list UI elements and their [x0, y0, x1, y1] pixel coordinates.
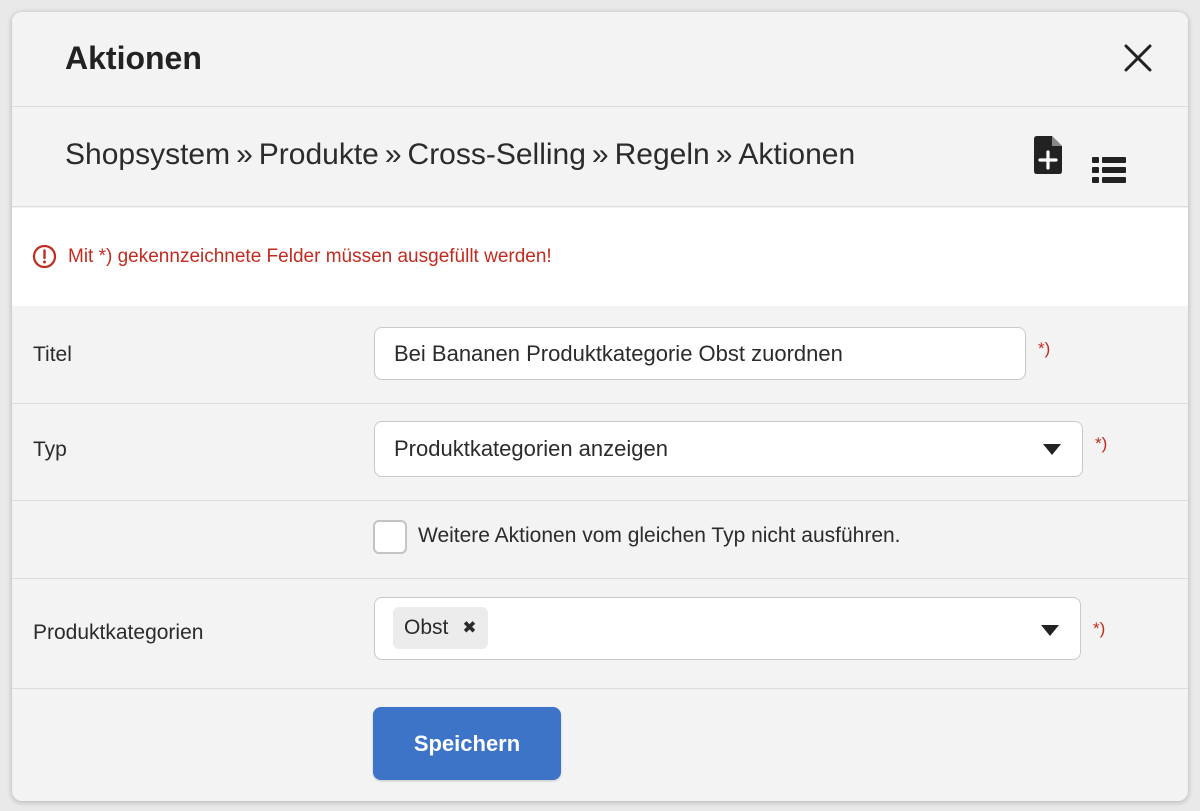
skip-actions-label[interactable]: Weitere Aktionen vom gleichen Typ nicht … [418, 524, 901, 548]
breadcrumb-separator: » [384, 138, 402, 171]
breadcrumb-item-shopsystem[interactable]: Shopsystem [65, 138, 230, 171]
form-row-titel: Titel *) [12, 306, 1188, 403]
breadcrumb-item-cross-selling[interactable]: Cross-Selling [408, 138, 586, 171]
typ-select[interactable]: Produktkategorien anzeigen [374, 421, 1083, 477]
caret-down-icon [1041, 625, 1059, 636]
breadcrumb-separator: » [591, 138, 609, 171]
tag-obst: Obst ✖ [393, 607, 488, 649]
divider [12, 688, 1188, 689]
alert-text: Mit *) gekennzeichnete Felder müssen aus… [68, 245, 552, 267]
caret-down-icon [1043, 444, 1061, 455]
breadcrumb: Shopsystem» Produkte» Cross-Selling» Regeln… [65, 138, 855, 172]
typ-select-value: Produktkategorien anzeigen [394, 436, 668, 461]
alert-circle-icon [32, 244, 57, 269]
titel-input[interactable] [374, 327, 1026, 380]
file-plus-icon[interactable] [1032, 135, 1064, 175]
required-fields-alert: Mit *) gekennzeichnete Felder müssen aus… [32, 244, 552, 269]
breadcrumb-item-produkte[interactable]: Produkte [259, 138, 379, 171]
save-button[interactable]: Speichern [373, 707, 561, 780]
actions-dialog: Aktionen Shopsystem» Produkte» Cross-Selli… [12, 12, 1188, 801]
tag-label: Obst [404, 616, 449, 639]
form-row-typ: Typ Produktkategorien anzeigen *) [12, 404, 1188, 500]
required-mark: *) [1095, 434, 1108, 453]
form-row-produktkategorien: Produktkategorien Obst ✖ *) [12, 579, 1188, 688]
produktkategorien-label: Produktkategorien [33, 621, 204, 644]
breadcrumb-item-aktionen: Aktionen [738, 138, 856, 171]
close-icon[interactable] [1122, 42, 1154, 74]
breadcrumb-separator: » [236, 138, 253, 171]
breadcrumb-bar: Shopsystem» Produkte» Cross-Selling» Regeln… [12, 107, 1188, 207]
alert-box: Mit *) gekennzeichnete Felder müssen aus… [12, 208, 1188, 306]
list-icon[interactable] [1092, 157, 1126, 183]
breadcrumb-separator: » [715, 138, 733, 171]
dialog-header: Aktionen [12, 12, 1188, 107]
breadcrumb-item-regeln[interactable]: Regeln [615, 138, 710, 171]
required-mark: *) [1038, 339, 1051, 358]
form-row-checkbox: Weitere Aktionen vom gleichen Typ nicht … [12, 501, 1188, 578]
dialog-title: Aktionen [65, 40, 202, 76]
tag-remove-icon[interactable]: ✖ [462, 618, 476, 638]
titel-label: Titel [33, 343, 72, 366]
typ-label: Typ [33, 438, 67, 461]
required-mark: *) [1093, 619, 1106, 638]
skip-actions-checkbox[interactable] [373, 520, 407, 554]
